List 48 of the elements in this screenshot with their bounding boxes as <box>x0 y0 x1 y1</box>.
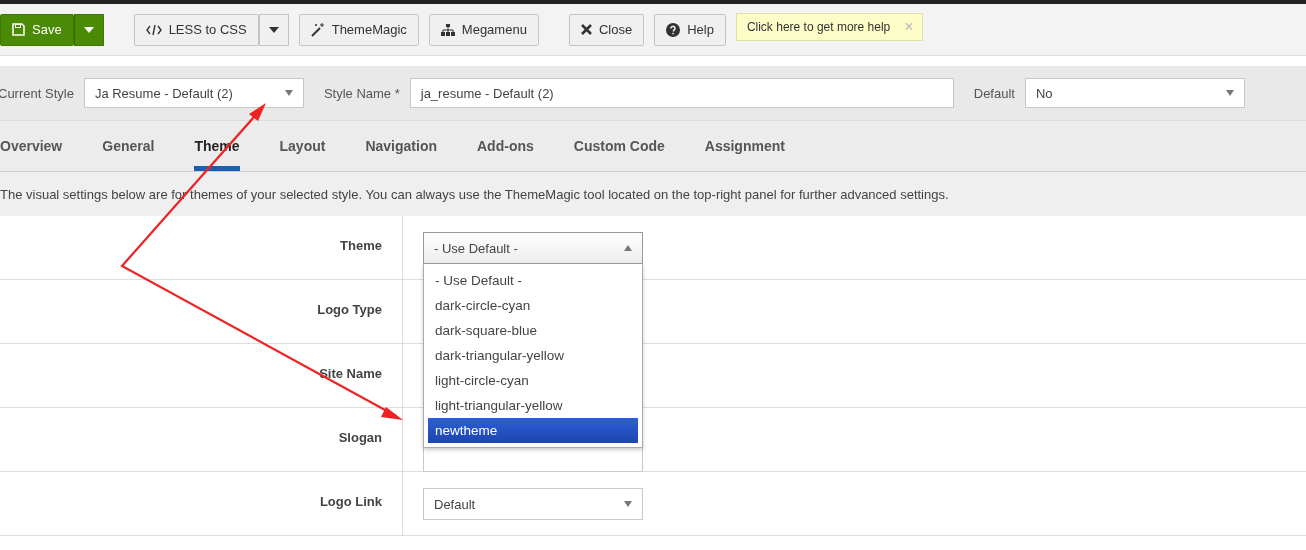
caret-icon <box>83 26 94 33</box>
save-icon <box>12 23 25 36</box>
field-label: Site Name <box>319 366 382 382</box>
caret-icon <box>624 245 632 251</box>
select-field[interactable]: Default <box>423 488 643 520</box>
tab[interactable]: Add-ons <box>477 121 534 171</box>
dropdown-button[interactable] <box>73 13 104 46</box>
dropdown-button[interactable] <box>258 13 289 46</box>
dropdown-option[interactable]: dark-square-blue <box>428 318 638 343</box>
toolbar-button[interactable]: Close <box>568 13 645 46</box>
field-label: Style Name * <box>323 85 400 101</box>
dropdown-option[interactable]: light-triangular-yellow <box>428 393 638 418</box>
field-label: Slogan <box>338 430 382 446</box>
tab[interactable]: General <box>102 121 155 171</box>
description-text: The visual settings below are for themes of your selected style. You can always use the ThemeMagic tool located on the top-right panel for further advanced settings. <box>0 186 949 202</box>
default-select[interactable]: No <box>1024 78 1245 108</box>
toolbar-button[interactable]: LESS to CSS <box>133 13 259 46</box>
code-icon <box>145 23 162 36</box>
caret-icon <box>268 26 279 33</box>
field-label: Logo Link <box>319 494 382 510</box>
style-select[interactable]: Ja Resume - Default (2) <box>83 78 304 108</box>
select-field[interactable]: - Use Default - <box>423 232 643 264</box>
help-icon <box>666 22 681 37</box>
field-label: Theme <box>340 238 382 254</box>
tab[interactable]: Navigation <box>365 121 437 171</box>
magic-wand-icon <box>310 22 325 37</box>
caret-icon <box>1225 90 1234 96</box>
sitemap-icon <box>440 23 455 36</box>
dropdown-option[interactable]: light-circle-cyan <box>428 368 638 393</box>
dropdown-option[interactable]: dark-circle-cyan <box>428 293 638 318</box>
field-label: Default <box>973 85 1015 101</box>
dropdown-option[interactable]: dark-triangular-yellow <box>428 343 638 368</box>
style-name-field[interactable]: ja_resume - Default (2) <box>409 78 954 108</box>
close-icon <box>580 24 592 35</box>
toolbar-button[interactable]: Help <box>654 13 726 46</box>
tab[interactable]: Overview <box>0 121 63 171</box>
dropdown-option[interactable]: newtheme <box>428 418 638 443</box>
toolbar-button[interactable]: Megamenu <box>428 13 539 46</box>
tab[interactable]: Layout <box>279 121 326 171</box>
caret-icon <box>624 501 632 507</box>
dropdown-option[interactable]: - Use Default - <box>428 268 638 293</box>
save-button[interactable]: Save <box>0 13 74 46</box>
caret-icon <box>284 90 293 96</box>
tab[interactable]: Assignment <box>704 121 785 171</box>
field-label: Logo Type <box>317 302 382 318</box>
tooltip-text: Click here to get more help <box>746 19 891 34</box>
tab[interactable]: Custom Code <box>573 121 665 171</box>
toolbar-button[interactable]: ThemeMagic <box>298 13 419 46</box>
